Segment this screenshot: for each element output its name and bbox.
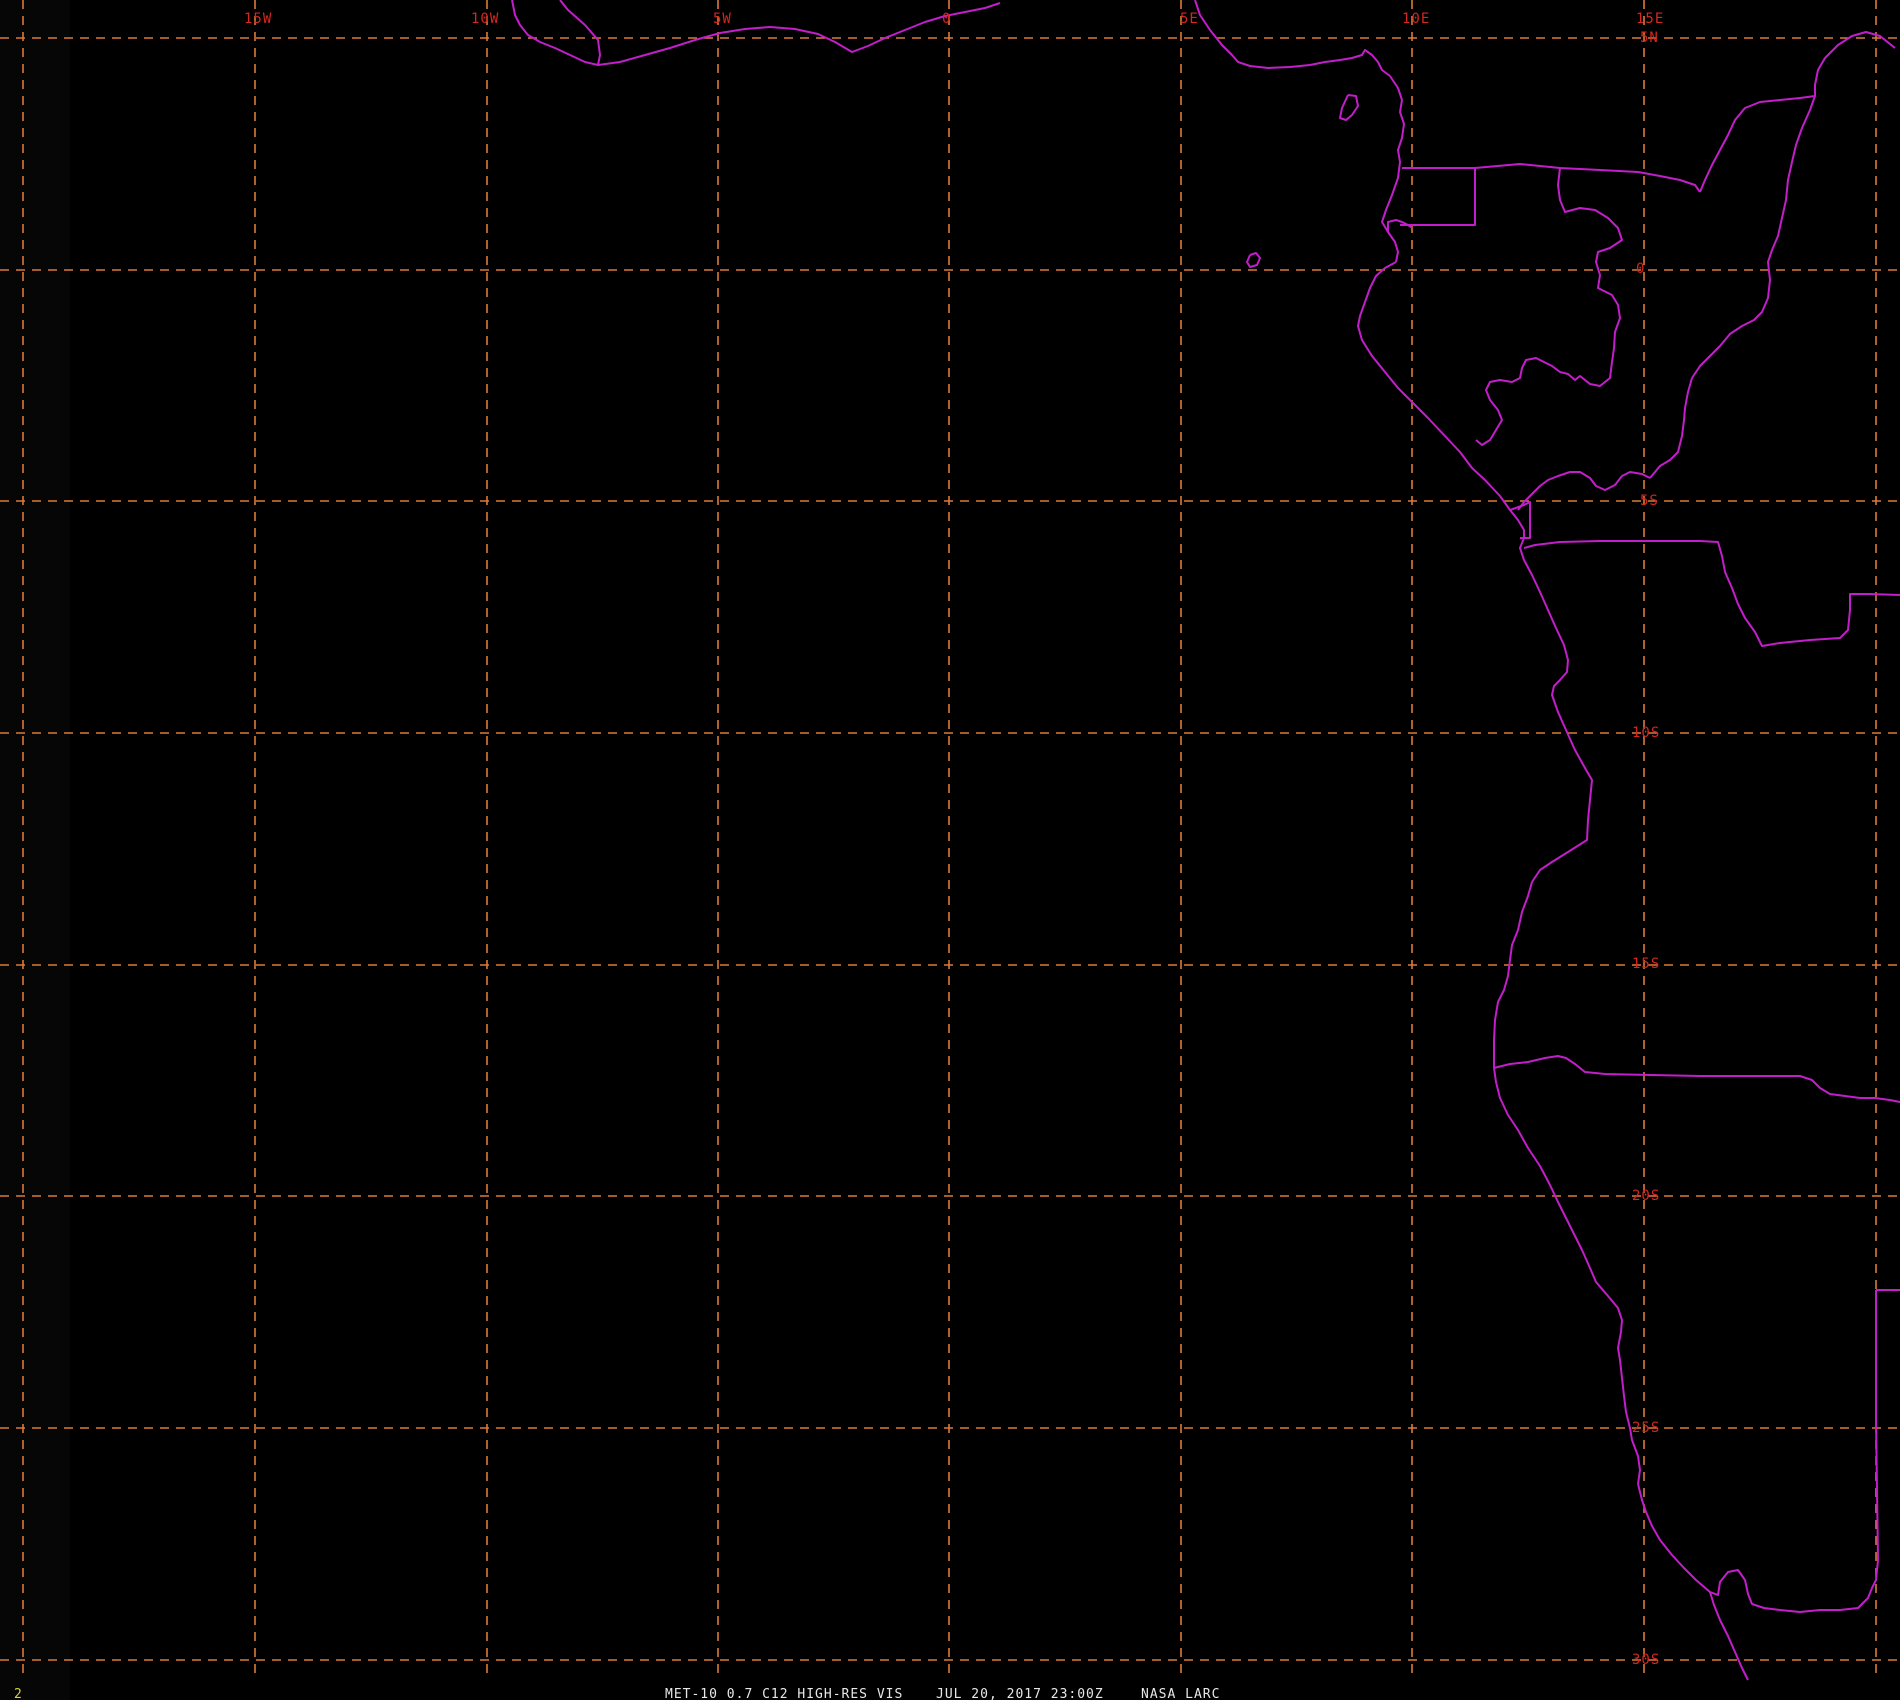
border-cab-drc <box>1517 471 1651 511</box>
border-cabinda <box>1509 501 1531 539</box>
footer-datetime: JUL 20, 2017 23:00Z <box>936 1687 1104 1700</box>
border-congo-drc <box>1699 31 1896 193</box>
lon-label: 0 <box>942 11 951 27</box>
lat-label: 10S <box>1632 725 1660 741</box>
satellite-map: 15W 10W 5W 0 5E 10E 15E 5N 0 5S 10S 15S … <box>0 0 1900 1700</box>
lat-label: 15S <box>1632 956 1660 972</box>
lat-label: 30S <box>1632 1652 1660 1668</box>
island-sao-tome <box>1246 252 1261 268</box>
coastline-cameroon <box>1381 75 1405 263</box>
island-bioko <box>1339 94 1359 121</box>
footer-product: MET-10 0.7 C12 HIGH-RES VIS <box>665 1687 903 1700</box>
border-angola-drc <box>1523 540 1900 647</box>
coastline-namibia <box>1493 1067 1641 1485</box>
latitude-labels: 5N 0 5S 10S 15S 20S 25S 30S <box>1632 30 1660 1668</box>
lon-label: 10E <box>1402 11 1430 27</box>
graticule <box>0 0 1900 1680</box>
border-angola-namibia <box>1493 1055 1900 1103</box>
lat-label: 5S <box>1640 493 1659 509</box>
coastline-west-africa <box>511 0 601 66</box>
border-gabon-north <box>1474 163 1701 193</box>
lon-label: 15W <box>244 11 272 27</box>
lon-label: 5E <box>1180 11 1199 27</box>
footer-source: NASA LARC <box>1141 1687 1220 1700</box>
lon-label: 10W <box>471 11 499 27</box>
lon-label: 15E <box>1636 11 1664 27</box>
lat-label: 25S <box>1632 1420 1660 1436</box>
lat-label: 20S <box>1632 1188 1660 1204</box>
lat-label: 5N <box>1640 30 1659 46</box>
border-namibia-botswana <box>1875 1290 1879 1561</box>
coastline-angola <box>1493 559 1593 1068</box>
coastline-south-africa-south <box>1709 1591 1749 1681</box>
lat-label: 0 <box>1636 261 1645 277</box>
border-gabon-congo <box>1475 167 1623 446</box>
lon-label: 5W <box>713 11 732 27</box>
frame-number: 2 <box>14 1687 22 1700</box>
border-congo-east <box>1649 95 1816 479</box>
coastline-south-africa <box>1637 1483 1879 1613</box>
coastline-gulf-of-guinea <box>597 2 1001 66</box>
scan-edge <box>0 0 70 1700</box>
